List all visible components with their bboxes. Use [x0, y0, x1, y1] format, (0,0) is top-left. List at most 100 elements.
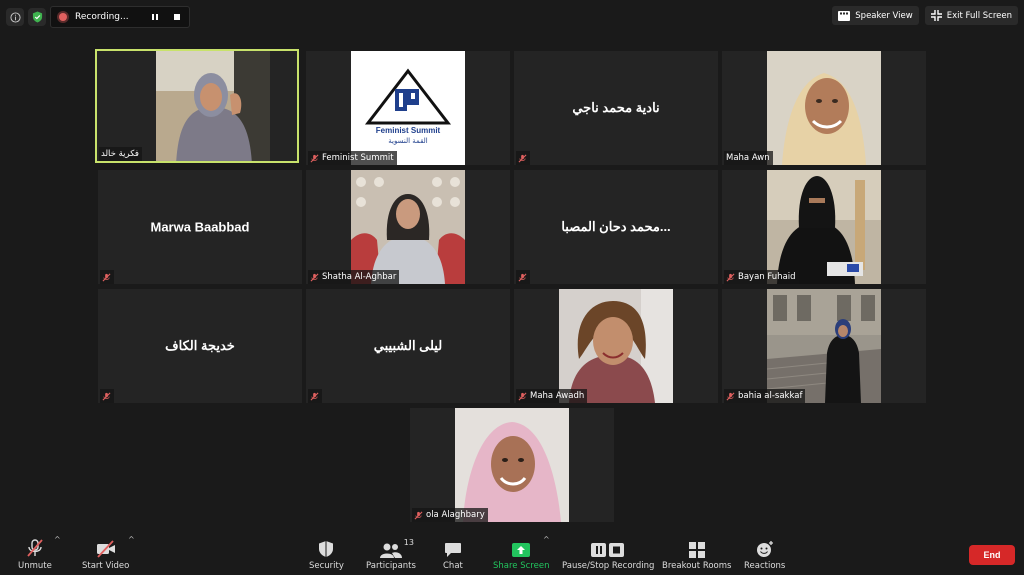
participant-nametag: Maha Awn [724, 151, 773, 165]
logo-arabic-text: القمة النسوية [388, 137, 427, 145]
exit-full-screen-button[interactable]: Exit Full Screen [924, 6, 1018, 25]
participant-name: bahia al-sakkaf [738, 391, 803, 401]
info-icon [9, 11, 21, 23]
participant-center-name: ليلى الشبيبي [373, 338, 443, 353]
share-screen-icon [512, 543, 531, 557]
participant-nametag: Maha Awadh [516, 389, 588, 403]
reactions-icon [756, 541, 773, 557]
mic-muted-icon [310, 154, 319, 162]
video-tile-bahia[interactable]: bahia al-sakkaf [722, 289, 926, 403]
participant-photo [455, 408, 569, 522]
unmute-button[interactable]: Unmute [18, 538, 52, 571]
mic-muted-icon [310, 273, 319, 281]
participant-name: ola Alaghbary [426, 510, 485, 520]
mic-muted-icon [414, 511, 423, 519]
video-tile-feminist-summit[interactable]: Feminist Summit القمة النسوية Feminist S… [306, 51, 510, 165]
video-options-chevron-icon[interactable]: ^ [128, 535, 135, 544]
participant-photo [767, 170, 881, 284]
recording-label: Recording... [75, 12, 129, 22]
exit-full-screen-icon [930, 10, 942, 21]
info-button[interactable] [6, 8, 24, 26]
share-options-chevron-icon[interactable]: ^ [543, 535, 550, 544]
video-tile-bayan[interactable]: Bayan Fuhaid [722, 170, 926, 284]
participant-nametag [100, 270, 114, 284]
encryption-button[interactable] [28, 8, 46, 26]
participant-nametag: Feminist Summit [308, 151, 397, 165]
chat-label: Chat [443, 561, 463, 571]
video-tile-fikria[interactable]: فكرية خالد [95, 49, 299, 163]
participant-name: Shatha Al-Aghbar [322, 272, 397, 282]
participants-icon [379, 543, 402, 558]
end-meeting-button[interactable]: End [969, 545, 1015, 565]
video-tile-mohammed[interactable]: محمد دحان المصبا... [514, 170, 718, 284]
mic-muted-icon [518, 273, 527, 281]
shield-icon [319, 541, 334, 557]
participant-center-name: Marwa Baabbad [150, 219, 250, 235]
shield-check-icon [32, 11, 42, 23]
video-tile-marwa[interactable]: Marwa Baabbad [98, 170, 302, 284]
mic-muted-icon [102, 273, 111, 281]
mic-muted-icon [726, 273, 735, 281]
recording-dot-icon [59, 13, 67, 21]
participant-center-name: خديجة الكاف [165, 338, 235, 353]
pause-stop-recording-button[interactable]: Pause/Stop Recording [562, 538, 654, 571]
participant-nametag: bahia al-sakkaf [724, 389, 806, 403]
video-tile-laila[interactable]: ليلى الشبيبي [306, 289, 510, 403]
video-off-icon [96, 540, 115, 558]
recording-indicator: Recording... [50, 6, 190, 28]
share-screen-button[interactable]: Share Screen [493, 538, 549, 571]
participant-nametag: Bayan Fuhaid [724, 270, 799, 284]
participants-count: 13 [403, 538, 414, 547]
video-tile-khadija[interactable]: خديجة الكاف [98, 289, 302, 403]
start-video-label: Start Video [82, 561, 130, 571]
video-tile-ola[interactable]: ola Alaghbary [410, 408, 614, 522]
video-tile-maha-awadh[interactable]: Maha Awadh [514, 289, 718, 403]
participant-nametag [308, 389, 322, 403]
participant-center-name: محمد دحان المصبا... [561, 219, 671, 234]
chat-button[interactable]: Chat [443, 538, 463, 571]
speaker-view-button[interactable]: Speaker View [832, 6, 919, 25]
mic-muted-icon [27, 539, 43, 557]
feminist-summit-logo: Feminist Summit القمة النسوية [351, 51, 465, 165]
share-screen-label: Share Screen [493, 561, 550, 571]
top-left-controls: Recording... [6, 6, 190, 28]
participants-button[interactable]: 13 Participants [366, 538, 416, 571]
participant-name: Bayan Fuhaid [738, 272, 796, 282]
chat-icon [444, 543, 461, 557]
participant-photo [767, 51, 881, 165]
logo-text: Feminist Summit [376, 126, 441, 135]
participant-nametag: Shatha Al-Aghbar [308, 270, 400, 284]
audio-options-chevron-icon[interactable]: ^ [54, 535, 61, 544]
unmute-label: Unmute [18, 561, 52, 571]
video-tile-nadia[interactable]: نادية محمد ناجي [514, 51, 718, 165]
participant-name: Maha Awadh [530, 391, 585, 401]
participant-photo [559, 289, 673, 403]
reactions-button[interactable]: Reactions [744, 538, 785, 571]
mic-muted-icon [518, 392, 527, 400]
participant-nametag [100, 389, 114, 403]
meeting-toolbar: Unmute ^ Start Video ^ Security 13 Parti… [0, 531, 1024, 575]
participant-nametag [516, 270, 530, 284]
security-button[interactable]: Security [309, 538, 344, 571]
top-right-controls: Speaker View Exit Full Screen [832, 6, 1018, 25]
participant-photo [156, 51, 270, 161]
breakout-rooms-button[interactable]: Breakout Rooms [662, 538, 731, 571]
stop-recording-icon[interactable] [173, 13, 181, 21]
participant-name: Feminist Summit [322, 153, 394, 163]
start-video-button[interactable]: Start Video [82, 538, 129, 571]
breakout-rooms-icon [688, 542, 705, 558]
participant-nametag: ola Alaghbary [412, 508, 488, 522]
participant-photo [351, 170, 465, 284]
pause-recording-icon[interactable] [151, 13, 159, 21]
participant-name: فكرية خالد [101, 149, 139, 159]
mic-muted-icon [102, 392, 111, 400]
participant-nametag [516, 151, 530, 165]
security-label: Security [309, 561, 344, 571]
exit-full-screen-label: Exit Full Screen [946, 10, 1012, 21]
video-tile-shatha[interactable]: Shatha Al-Aghbar [306, 170, 510, 284]
mic-muted-icon [310, 392, 319, 400]
speaker-view-icon [838, 10, 851, 21]
video-tile-maha-awn[interactable]: Maha Awn [722, 51, 926, 165]
participants-label: Participants [366, 561, 416, 571]
reactions-label: Reactions [744, 561, 786, 571]
